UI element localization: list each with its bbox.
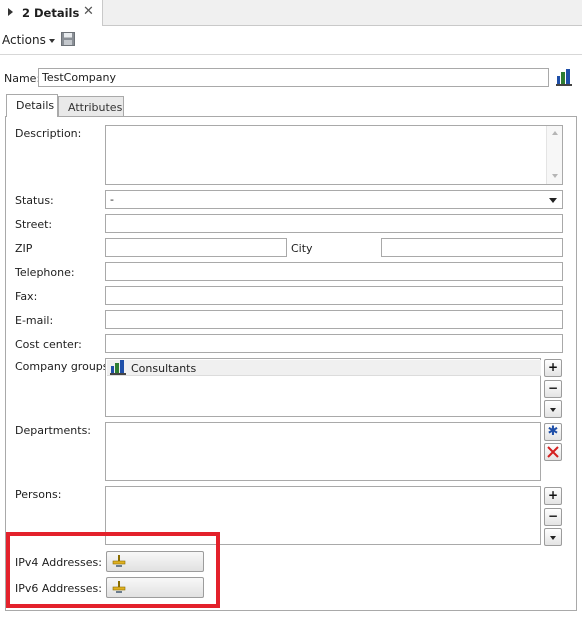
city-label: City [291,242,313,255]
remove-company-group-button[interactable]: − [544,380,562,398]
persons-menu-button[interactable] [544,528,562,546]
scroll-down-icon[interactable] [552,174,558,178]
persons-label: Persons: [15,488,62,501]
company-groups-list[interactable]: Consultants [105,358,541,417]
tab-pin-arrow-icon [8,8,13,16]
tab-attributes-label: Attributes [68,101,123,114]
cost-center-input[interactable] [105,334,563,353]
zip-input[interactable] [105,238,287,257]
asterisk-icon: ✱ [547,424,559,439]
telephone-label: Telephone: [15,266,75,279]
company-groups-menu-button[interactable] [544,400,562,418]
remove-person-button[interactable]: − [544,508,562,526]
fax-label: Fax: [15,290,38,303]
delete-x-icon [547,446,559,458]
description-textarea[interactable] [105,125,563,185]
departments-label: Departments: [15,424,92,437]
doc-tab-title: 2 Details [22,6,80,20]
doc-tab-details[interactable]: 2 Details ✕ [0,0,103,26]
zip-label: ZIP [15,242,33,255]
toolbar: Actions [0,27,582,55]
chevron-down-icon [549,198,557,203]
actions-label: Actions [2,33,46,47]
document-tabstrip: 2 Details ✕ [0,0,582,26]
add-company-group-button[interactable]: + [544,359,562,377]
company-building-icon [556,69,572,86]
street-label: Street: [15,218,53,231]
company-building-icon [110,360,126,375]
email-label: E-mail: [15,314,54,327]
save-icon[interactable] [61,32,75,46]
chevron-down-icon [550,536,556,540]
actions-menu[interactable]: Actions [2,33,55,47]
description-label: Description: [15,127,82,140]
close-icon[interactable]: ✕ [83,4,94,19]
clear-departments-button[interactable] [544,443,562,461]
add-person-button[interactable]: + [544,487,562,505]
tab-details[interactable]: Details [6,94,58,117]
status-label: Status: [15,194,54,207]
highlight-box [6,532,220,608]
asterisk-select-button[interactable]: ✱ [544,423,562,441]
fax-input[interactable] [105,286,563,305]
company-groups-label: Company groups: [15,360,113,373]
company-group-name: Consultants [131,362,197,375]
cost-center-label: Cost center: [15,338,82,351]
tab-details-label: Details [16,99,55,112]
dropdown-caret-icon [48,38,55,43]
chevron-down-icon [550,408,556,412]
tab-attributes[interactable]: Attributes [58,96,124,117]
telephone-input[interactable] [105,262,563,281]
list-item[interactable]: Consultants [107,360,541,376]
scroll-up-icon[interactable] [552,131,558,135]
name-label: Name: [4,72,41,85]
city-input[interactable] [381,238,563,257]
departments-list[interactable] [105,422,541,481]
status-value: - [110,193,114,206]
description-scrollbar[interactable] [546,126,562,184]
name-input[interactable] [38,68,549,87]
street-input[interactable] [105,214,563,233]
email-input[interactable] [105,310,563,329]
status-select[interactable]: - [105,190,563,209]
